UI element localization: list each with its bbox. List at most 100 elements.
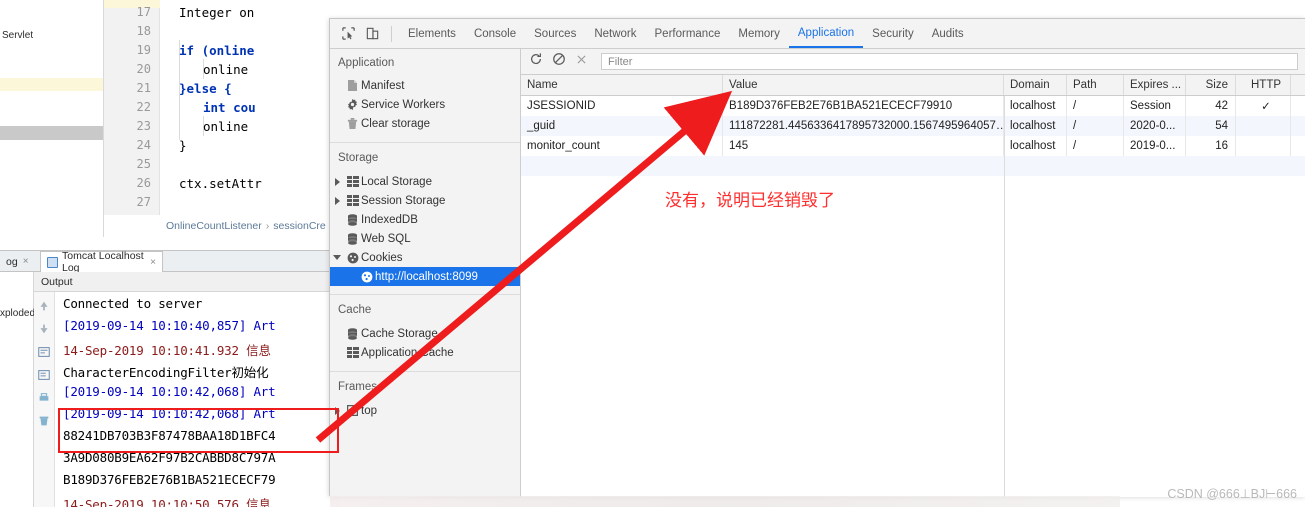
sidebar-item-service-workers[interactable]: Service Workers [330,95,520,114]
column-header-http[interactable]: HTTP [1236,75,1291,95]
cell-size: 54 [1186,116,1236,136]
sidebar-item-cache-storage[interactable]: Cache Storage [330,324,520,343]
scroll-to-end-icon[interactable] [37,368,51,382]
line-number: 17 [136,5,151,19]
sidebar-item-indexeddb[interactable]: IndexedDB [330,210,520,229]
table-empty-row [521,156,1305,176]
column-header-domain[interactable]: Domain [1004,75,1067,95]
print-icon[interactable] [37,391,51,405]
breadcrumb[interactable]: OnlineCountListener › sessionCre [104,215,340,237]
output-tab[interactable]: Output [34,272,340,292]
chevron-right-icon[interactable] [330,177,344,186]
close-icon[interactable]: × [150,257,156,268]
code-text-area[interactable]: Integer on if (online online }else { int… [161,0,340,215]
close-icon[interactable]: × [23,256,29,267]
table-header: Name Value Domain Path Expires ... Size … [521,75,1305,96]
sidebar-item-label: Cookies [361,251,403,264]
sidebar-item-web-sql[interactable]: Web SQL [330,229,520,248]
ide-tab-bar: og × Tomcat Localhost Log × [0,250,340,274]
section-title-frames: Frames [338,381,377,393]
soft-wrap-icon[interactable] [37,345,51,359]
sidebar-item-label: Application Cache [361,346,454,359]
chevron-down-icon[interactable] [330,255,344,260]
sidebar-item-label: Web SQL [361,232,411,245]
sidebar-item-session-storage[interactable]: Session Storage [330,191,520,210]
annotation-highlight-box [58,408,339,453]
log-line: Connected to server [63,296,203,311]
tab-application[interactable]: Application [788,19,864,48]
cookie-icon [344,252,361,264]
clear-icon[interactable] [552,52,566,71]
cell-path: / [1067,116,1124,136]
table-row[interactable]: _guid 111872281.4456336417895732000.1567… [521,116,1305,136]
code-line: ctx.setAttr [179,176,262,191]
cell-expires: 2019-0... [1124,136,1186,156]
arrow-down-icon[interactable] [37,322,51,336]
cell-expires: 2020-0... [1124,116,1186,136]
tab-log[interactable]: og × [0,251,40,272]
tab-label: og [6,255,18,268]
sidebar-item-label: IndexedDB [361,213,418,226]
ide-code-editor[interactable]: 17 18 19 20 21 22 23 24 25 26 27 Integer… [104,0,340,215]
code-line: online [203,62,249,77]
breadcrumb-method[interactable]: sessionCre [273,220,326,232]
cookie-icon [358,271,375,283]
table-row[interactable]: monitor_count 145 localhost / 2019-0... … [521,136,1305,156]
tab-label: Tomcat Localhost Log [62,250,144,274]
log-line: 14-Sep-2019 10:10:41.932 信息 [63,343,271,358]
tab-audits[interactable]: Audits [923,19,973,48]
database-icon [344,232,361,245]
sidebar-item-label: Session Storage [361,194,446,207]
line-number: 26 [136,176,151,190]
sidebar-item-localhost-cookies[interactable]: http://localhost:8099 [330,267,520,286]
ide-spacer [0,237,340,250]
cell-domain: localhost [1004,136,1067,156]
tab-elements[interactable]: Elements [399,19,465,48]
document-icon [344,79,361,92]
section-title-cache: Cache [338,304,372,316]
tab-tomcat-localhost-log[interactable]: Tomcat Localhost Log × [40,250,163,274]
sidebar-item-cookies[interactable]: Cookies [330,248,520,267]
column-splitter[interactable] [1004,96,1005,497]
sidebar-item-clear-storage[interactable]: Clear storage [330,114,520,133]
tab-performance[interactable]: Performance [646,19,730,48]
breadcrumb-class[interactable]: OnlineCountListener [166,220,262,232]
cell-http [1236,116,1291,136]
filter-input[interactable]: Filter [601,53,1298,70]
sidebar-item-manifest[interactable]: Manifest [330,76,520,95]
log-line: [2019-09-14 10:10:42,068] Art [63,384,276,399]
log-line: [2019-09-14 10:10:40,857] Art [63,318,276,333]
cell-value: 145 [723,136,1004,156]
breadcrumb-separator-icon: › [265,220,270,232]
sidebar-item-local-storage[interactable]: Local Storage [330,172,520,191]
line-number: 23 [136,119,151,133]
inspect-element-icon[interactable] [336,22,360,46]
column-header-expires[interactable]: Expires ... [1124,75,1186,95]
line-number: 20 [136,62,151,76]
line-number: 18 [136,24,151,38]
arrow-up-icon[interactable] [37,299,51,313]
device-toolbar-icon[interactable] [360,22,384,46]
tab-network[interactable]: Network [585,19,645,48]
line-number: 25 [136,157,151,171]
line-number: 24 [136,138,151,152]
column-header-size[interactable]: Size [1186,75,1236,95]
column-header-name[interactable]: Name [521,75,723,95]
sidebar-item-top-frame[interactable]: top [330,401,520,420]
tab-security[interactable]: Security [863,19,923,48]
sidebar-item-application-cache[interactable]: Application Cache [330,343,520,362]
refresh-icon[interactable] [529,52,543,71]
output-label: Output [41,275,73,288]
tab-sources[interactable]: Sources [525,19,585,48]
trash-icon[interactable] [37,414,51,428]
console-output[interactable]: Connected to server [2019-09-14 10:10:40… [56,292,340,507]
section-title-storage: Storage [338,152,379,164]
column-header-value[interactable]: Value [723,75,1004,95]
tab-console[interactable]: Console [465,19,525,48]
close-icon[interactable] [575,53,588,71]
chevron-right-icon[interactable] [330,196,344,205]
application-sidebar: Application Manifest Service Workers Cle… [330,49,521,497]
tab-memory[interactable]: Memory [729,19,789,48]
column-header-path[interactable]: Path [1067,75,1124,95]
table-row[interactable]: JSESSIONID B189D376FEB2E76B1BA521ECECF79… [521,96,1305,116]
